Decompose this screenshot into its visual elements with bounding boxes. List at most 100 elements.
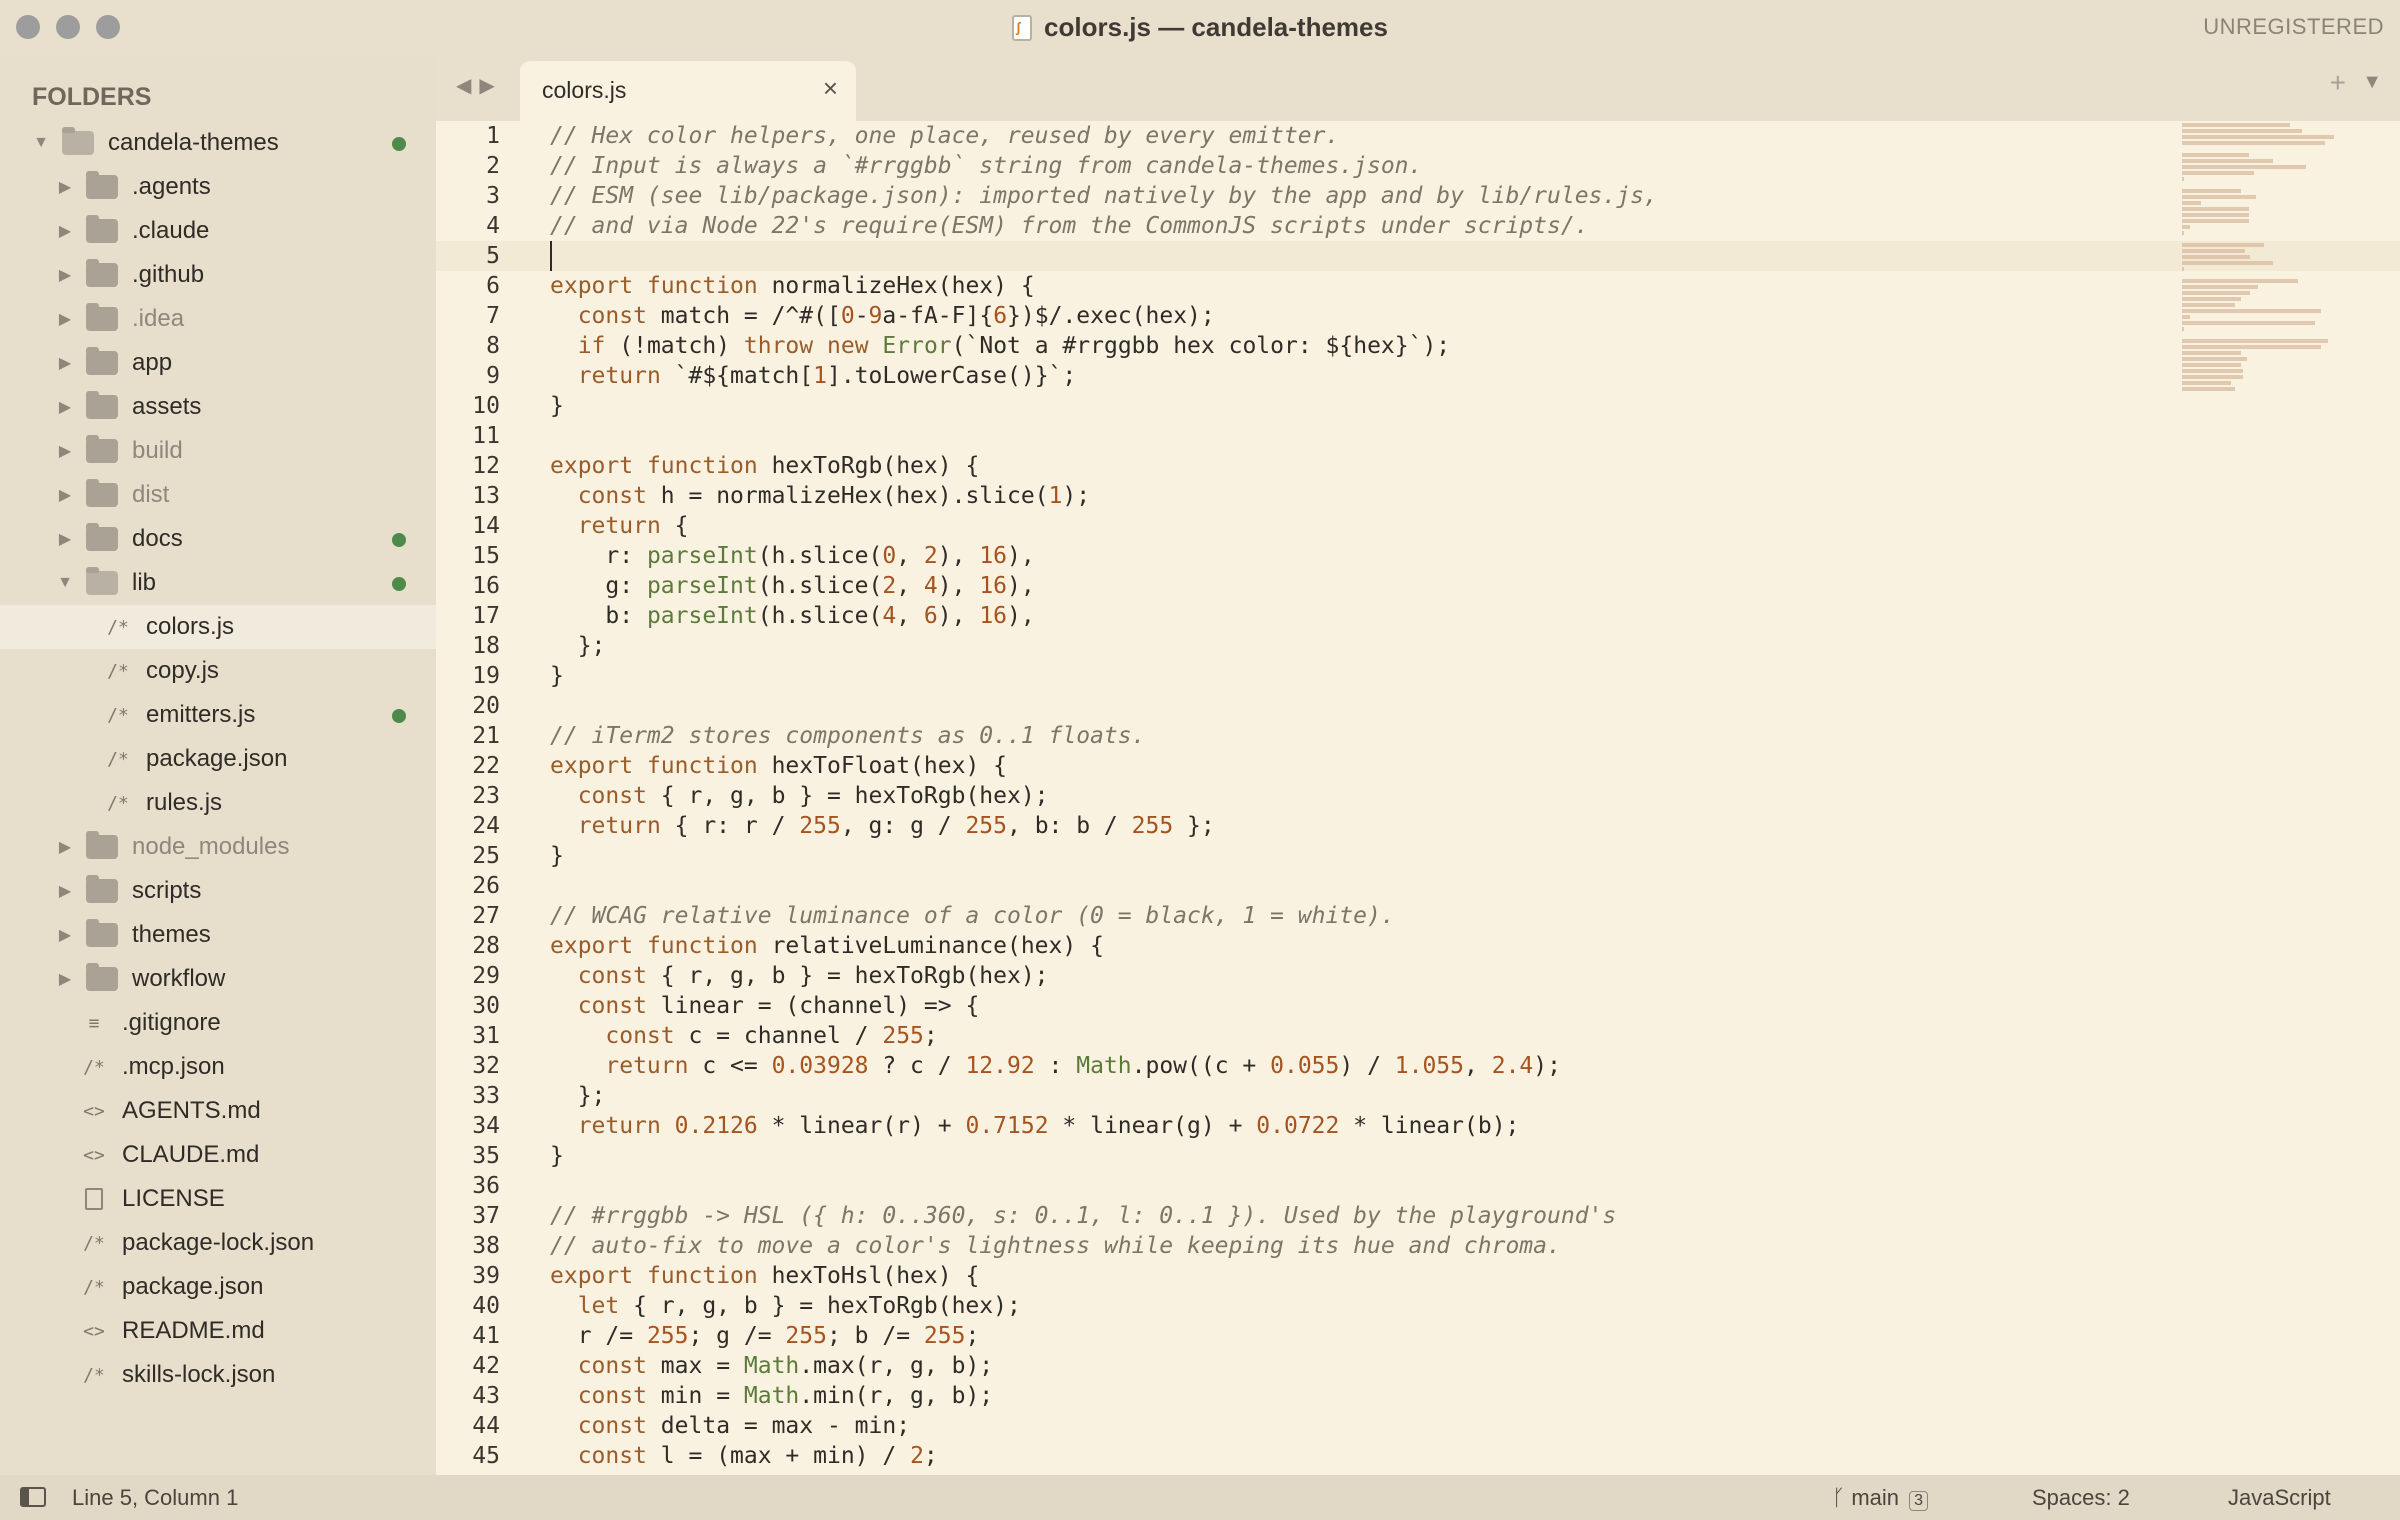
code-line[interactable]: g: parseInt(h.slice(2, 4), 16), <box>550 571 2150 601</box>
chevron-right-icon[interactable]: ▶ <box>56 353 74 373</box>
code-line[interactable]: return `#${match[1].toLowerCase()}`; <box>550 361 2150 391</box>
code-line[interactable]: const l = (max + min) / 2; <box>550 1441 2150 1471</box>
sidebar-item[interactable]: <> AGENTS.md <box>0 1089 436 1133</box>
code-line[interactable]: export function relativeLuminance(hex) { <box>550 931 2150 961</box>
sidebar-item[interactable]: /* copy.js <box>0 649 436 693</box>
code-line[interactable]: } <box>550 841 2150 871</box>
code-line[interactable] <box>550 691 2150 721</box>
sidebar-item[interactable]: LICENSE <box>0 1177 436 1221</box>
code-line[interactable]: const delta = max - min; <box>550 1411 2150 1441</box>
code-line[interactable]: export function hexToRgb(hex) { <box>550 451 2150 481</box>
sidebar-item[interactable]: ▶ .idea <box>0 297 436 341</box>
code-line[interactable]: return { <box>550 511 2150 541</box>
code-line[interactable]: }; <box>550 1081 2150 1111</box>
code-editor[interactable]: 1 2 3 4 5 6 7 8 9 10 11 12 13 14 15 16 17 18 19 20 21 22 23 24 2… <box>436 121 2400 1475</box>
code-line[interactable] <box>550 1171 2150 1201</box>
sidebar-item[interactable]: ≡ .gitignore <box>0 1001 436 1045</box>
sidebar-item[interactable]: /* package.json <box>0 737 436 781</box>
code-line[interactable]: r /= 255; g /= 255; b /= 255; <box>550 1321 2150 1351</box>
chevron-down-icon[interactable]: ▼ <box>32 134 50 152</box>
tab-colors-js[interactable]: colors.js × <box>520 61 856 121</box>
sidebar-toggle-icon[interactable] <box>20 1487 46 1507</box>
code-line[interactable]: let { r, g, b } = hexToRgb(hex); <box>550 1291 2150 1321</box>
chevron-right-icon[interactable]: ▶ <box>56 309 74 329</box>
code-line[interactable]: const linear = (channel) => { <box>550 991 2150 1021</box>
chevron-right-icon[interactable]: ▶ <box>56 925 74 945</box>
sidebar-item[interactable]: /* rules.js <box>0 781 436 825</box>
code-line[interactable]: // #rrggbb -> HSL ({ h: 0..360, s: 0..1,… <box>550 1201 2150 1231</box>
sidebar-item[interactable]: ▶ .github <box>0 253 436 297</box>
code-line[interactable]: export function normalizeHex(hex) { <box>550 271 2150 301</box>
new-tab-icon[interactable]: + <box>2330 67 2346 99</box>
sidebar-item[interactable]: ▶ node_modules <box>0 825 436 869</box>
git-branch[interactable]: ᚴ main 3 <box>1832 1485 1929 1511</box>
sidebar-item[interactable]: /* skills-lock.json <box>0 1353 436 1397</box>
chevron-right-icon[interactable]: ▶ <box>56 969 74 989</box>
code-line[interactable]: // auto-fix to move a color's lightness … <box>550 1231 2150 1261</box>
code-line[interactable]: // Input is always a `#rrggbb` string fr… <box>550 151 2150 181</box>
chevron-right-icon[interactable]: ▶ <box>56 837 74 857</box>
tab-nav-arrows-icon[interactable]: ◀▶ <box>456 73 503 98</box>
code-line[interactable]: b: parseInt(h.slice(4, 6), 16), <box>550 601 2150 631</box>
code-line[interactable]: const { r, g, b } = hexToRgb(hex); <box>550 961 2150 991</box>
code-line[interactable]: // iTerm2 stores components as 0..1 floa… <box>550 721 2150 751</box>
chevron-right-icon[interactable]: ▶ <box>56 221 74 241</box>
sidebar-item[interactable]: ▶ docs <box>0 517 436 561</box>
code-line[interactable]: return { r: r / 255, g: g / 255, b: b / … <box>550 811 2150 841</box>
code-line[interactable]: // ESM (see lib/package.json): imported … <box>550 181 2150 211</box>
tab-menu-chevron-down-icon[interactable]: ▼ <box>2362 71 2382 94</box>
sidebar-item[interactable]: ▶ assets <box>0 385 436 429</box>
code-line[interactable]: const match = /^#([0-9a-fA-F]{6})$/.exec… <box>550 301 2150 331</box>
code-line[interactable]: const c = channel / 255; <box>550 1021 2150 1051</box>
sidebar-item[interactable]: /* colors.js <box>0 605 436 649</box>
code-line[interactable]: r: parseInt(h.slice(0, 2), 16), <box>550 541 2150 571</box>
chevron-right-icon[interactable]: ▶ <box>56 529 74 549</box>
code-line[interactable]: // and via Node 22's require(ESM) from t… <box>550 211 2150 241</box>
cursor-position[interactable]: Line 5, Column 1 <box>72 1485 238 1511</box>
chevron-right-icon[interactable]: ▶ <box>56 397 74 417</box>
code-line[interactable]: export function hexToFloat(hex) { <box>550 751 2150 781</box>
close-icon[interactable]: × <box>823 73 838 104</box>
code-line[interactable]: if (!match) throw new Error(`Not a #rrgg… <box>550 331 2150 361</box>
sidebar-item[interactable]: /* emitters.js <box>0 693 436 737</box>
chevron-right-icon[interactable]: ▶ <box>56 881 74 901</box>
sidebar-item[interactable]: /* package.json <box>0 1265 436 1309</box>
indentation-setting[interactable]: Spaces: 2 <box>2032 1485 2130 1511</box>
code-line[interactable]: const { r, g, b } = hexToRgb(hex); <box>550 781 2150 811</box>
sidebar-item[interactable]: ▶ scripts <box>0 869 436 913</box>
code-line[interactable]: const h = normalizeHex(hex).slice(1); <box>550 481 2150 511</box>
sidebar-item[interactable]: /* .mcp.json <box>0 1045 436 1089</box>
code-line[interactable]: export function hexToHsl(hex) { <box>550 1261 2150 1291</box>
sidebar-item[interactable]: ▶ .agents <box>0 165 436 209</box>
sidebar-item[interactable]: ▶ build <box>0 429 436 473</box>
sidebar-item[interactable]: ▶ themes <box>0 913 436 957</box>
chevron-right-icon[interactable]: ▶ <box>56 265 74 285</box>
chevron-right-icon[interactable]: ▶ <box>56 177 74 197</box>
chevron-down-icon[interactable]: ▼ <box>56 574 74 592</box>
code-line[interactable]: return c <= 0.03928 ? c / 12.92 : Math.p… <box>550 1051 2150 1081</box>
code-line[interactable]: }; <box>550 631 2150 661</box>
chevron-right-icon[interactable]: ▶ <box>56 441 74 461</box>
code-line[interactable]: } <box>550 661 2150 691</box>
sidebar-item[interactable]: /* package-lock.json <box>0 1221 436 1265</box>
code-line[interactable] <box>550 241 2150 271</box>
code-line[interactable]: // Hex color helpers, one place, reused … <box>550 121 2150 151</box>
sidebar-item[interactable]: <> CLAUDE.md <box>0 1133 436 1177</box>
sidebar-item[interactable]: ▼ candela-themes <box>0 121 436 165</box>
sidebar-item[interactable]: ▶ dist <box>0 473 436 517</box>
code-line[interactable]: const max = Math.max(r, g, b); <box>550 1351 2150 1381</box>
code-line[interactable]: } <box>550 391 2150 421</box>
code-line[interactable] <box>550 421 2150 451</box>
syntax-selector[interactable]: JavaScript <box>2228 1485 2331 1511</box>
minimap[interactable] <box>2182 123 2352 463</box>
code-line[interactable]: return 0.2126 * linear(r) + 0.7152 * lin… <box>550 1111 2150 1141</box>
sidebar-item[interactable]: ▶ app <box>0 341 436 385</box>
code-line[interactable]: const min = Math.min(r, g, b); <box>550 1381 2150 1411</box>
sidebar-item[interactable]: ▶ workflow <box>0 957 436 1001</box>
sidebar-item[interactable]: ▼ lib <box>0 561 436 605</box>
sidebar-item[interactable]: ▶ .claude <box>0 209 436 253</box>
code-content[interactable]: // Hex color helpers, one place, reused … <box>550 121 2150 1471</box>
code-line[interactable]: // WCAG relative luminance of a color (0… <box>550 901 2150 931</box>
code-line[interactable]: } <box>550 1141 2150 1171</box>
chevron-right-icon[interactable]: ▶ <box>56 485 74 505</box>
